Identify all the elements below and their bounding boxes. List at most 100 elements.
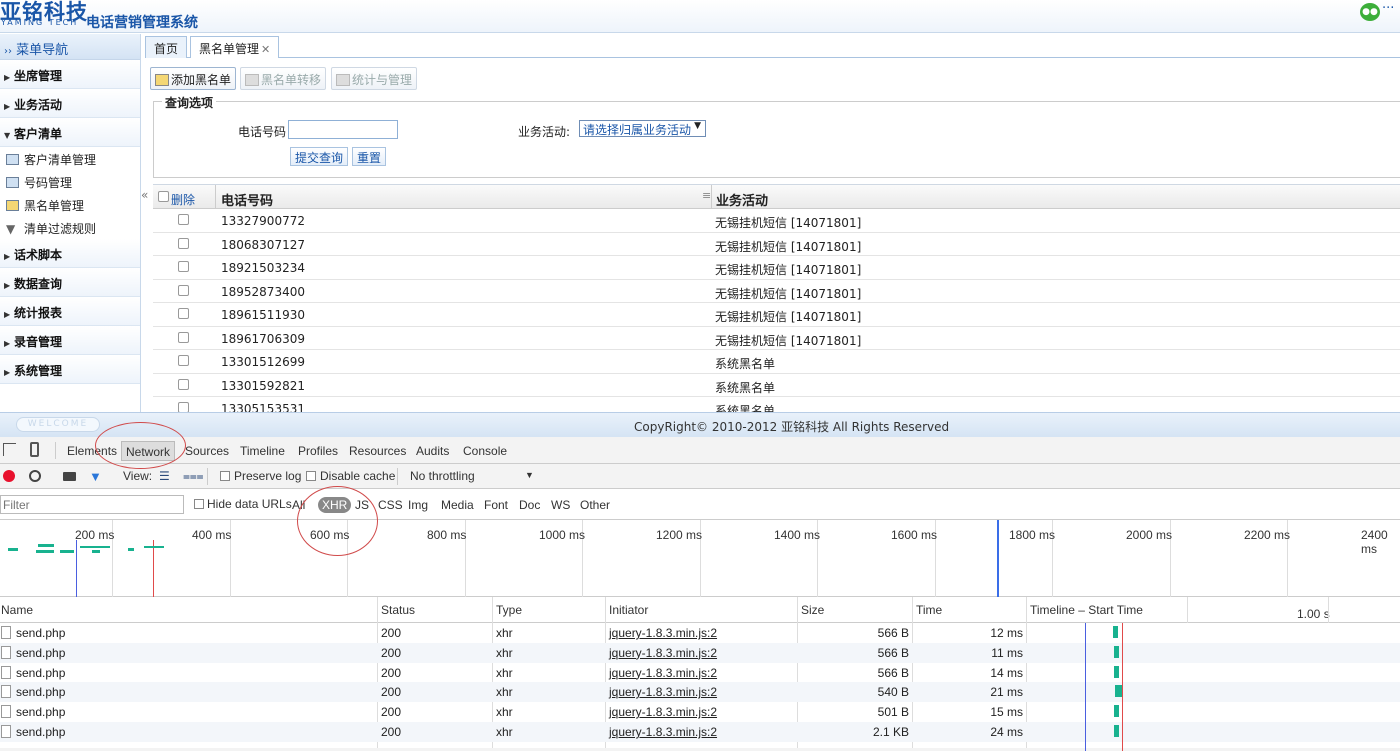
sidebar-item-customer-list[interactable]: ▼ 客户清单 — [0, 118, 140, 147]
col-time-header[interactable]: Time — [916, 603, 942, 617]
table-row[interactable]: 13305153531 系统黑名单 — [153, 397, 1400, 412]
request-time: 14 ms — [990, 665, 1023, 680]
request-initiator-link[interactable]: jquery-1.8.3.min.js:2 — [609, 646, 717, 660]
clear-icon[interactable] — [29, 470, 41, 482]
table-row[interactable]: 13327900772 无锡挂机短信 [14071801] — [153, 209, 1400, 233]
stats-manage-button[interactable]: 统计与管理 — [331, 67, 418, 90]
phone-input[interactable] — [288, 120, 398, 139]
submit-query-button[interactable]: 提交查询 — [290, 147, 349, 166]
col-activity-header[interactable]: 业务活动 — [716, 190, 768, 209]
row-checkbox[interactable] — [178, 214, 189, 225]
devtools-tab-console[interactable]: Console — [463, 444, 507, 458]
sidebar-sub-blacklist[interactable]: 黑名单管理 — [0, 193, 140, 216]
large-rows-icon[interactable]: ☰ — [159, 469, 170, 483]
capture-screenshots-icon[interactable] — [63, 472, 76, 481]
request-initiator-link[interactable]: jquery-1.8.3.min.js:2 — [609, 685, 717, 699]
sidebar-sub-filter-rule[interactable]: ▼ 清单过滤规则 — [0, 216, 140, 239]
row-checkbox[interactable] — [178, 308, 189, 319]
network-request-row[interactable]: send.php 200 xhr jquery-1.8.3.min.js:2 566 B… — [0, 642, 1400, 663]
network-request-row[interactable]: send.php 200 xhr jquery-1.8.3.min.js:2 501 B… — [0, 702, 1400, 722]
table-row[interactable]: 18961706309 无锡挂机短信 [14071801] — [153, 327, 1400, 350]
col-initiator-header[interactable]: Initiator — [609, 603, 648, 617]
table-row[interactable]: 18921503234 无锡挂机短信 [14071801] — [153, 256, 1400, 280]
tab-blacklist[interactable]: 黑名单管理 ✕ — [190, 36, 280, 58]
filter-input[interactable] — [0, 495, 184, 514]
collapse-sidebar-icon[interactable]: « — [141, 188, 153, 204]
reset-button[interactable]: 重置 — [352, 147, 387, 166]
request-initiator-link[interactable]: jquery-1.8.3.min.js:2 — [609, 666, 717, 680]
select-all-checkbox[interactable] — [158, 191, 169, 202]
devtools-tab-audits[interactable]: Audits — [416, 444, 449, 458]
record-icon[interactable] — [3, 470, 15, 482]
devtools-tab-profiles[interactable]: Profiles — [298, 444, 338, 458]
activity-select[interactable]: 请选择归属业务活动 ▼ — [579, 120, 706, 137]
filter-type-doc[interactable]: Doc — [519, 498, 540, 512]
request-initiator-link[interactable]: jquery-1.8.3.min.js:2 — [609, 725, 717, 739]
table-row[interactable]: 18068307127 无锡挂机短信 [14071801] — [153, 233, 1400, 256]
filter-type-font[interactable]: Font — [484, 498, 508, 512]
column-menu-icon[interactable]: ≡ — [702, 189, 711, 202]
disable-cache-checkbox[interactable] — [306, 471, 316, 481]
device-mode-icon[interactable] — [30, 442, 39, 457]
network-request-row[interactable]: send.php 200 xhr jquery-1.8.3.min.js:2 540 B… — [0, 682, 1400, 703]
col-size-header[interactable]: Size — [801, 603, 824, 617]
transfer-blacklist-button[interactable]: 黑名单转移 — [240, 67, 327, 90]
request-initiator-link[interactable]: jquery-1.8.3.min.js:2 — [609, 705, 717, 719]
row-checkbox[interactable] — [178, 402, 189, 412]
table-row[interactable]: 13301592821 系统黑名单 — [153, 374, 1400, 397]
col-status-header[interactable]: Status — [381, 603, 415, 617]
preserve-log-checkbox[interactable] — [220, 471, 230, 481]
sidebar-item-recording[interactable]: ▶ 录音管理 — [0, 326, 140, 355]
filter-type-media[interactable]: Media — [441, 498, 474, 512]
row-checkbox[interactable] — [178, 261, 189, 272]
devtools-tab-resources[interactable]: Resources — [349, 444, 406, 458]
inspect-element-icon[interactable] — [3, 443, 16, 456]
row-checkbox[interactable] — [178, 331, 189, 343]
network-overview[interactable]: 200 ms 400 ms 600 ms 800 ms 1000 ms 1200… — [0, 520, 1400, 597]
tab-home[interactable]: 首页 — [145, 36, 188, 58]
col-type-header[interactable]: Type — [496, 603, 522, 617]
welcome-badge: WELCOME — [16, 417, 100, 432]
filter-icon[interactable]: ▼ — [89, 469, 102, 484]
sidebar-item-script[interactable]: ▶ 话术脚本 — [0, 239, 140, 268]
col-name-header[interactable]: Name — [1, 603, 33, 617]
request-type: xhr — [496, 685, 513, 700]
sidebar-item-report[interactable]: ▶ 统计报表 — [0, 297, 140, 326]
col-phone-header[interactable]: 电话号码 — [221, 190, 273, 209]
row-checkbox[interactable] — [178, 284, 189, 296]
close-tab-icon[interactable]: ✕ — [261, 43, 270, 56]
network-request-row[interactable]: send.php 200 xhr jquery-1.8.3.min.js:2 2.1 K… — [0, 722, 1400, 742]
activity-cell: 无锡挂机短信 [14071801] — [715, 239, 862, 254]
sidebar-sub-number[interactable]: 号码管理 — [0, 170, 140, 193]
devtools-tab-timeline[interactable]: Timeline — [240, 444, 285, 458]
throttling-select[interactable]: No throttling — [410, 469, 475, 483]
devtools-tab-sources[interactable]: Sources — [185, 444, 229, 458]
row-checkbox[interactable] — [178, 237, 189, 249]
row-checkbox[interactable] — [178, 355, 189, 366]
filter-type-img[interactable]: Img — [408, 498, 428, 512]
table-row[interactable]: 18952873400 无锡挂机短信 [14071801] — [153, 280, 1400, 303]
overview-icon[interactable]: ⩶ — [183, 469, 204, 484]
dropdown-arrow-icon: ▼ — [694, 121, 701, 131]
more-icon[interactable]: ··· — [1382, 1, 1394, 16]
delete-link[interactable]: 删除 — [171, 191, 195, 208]
add-blacklist-button[interactable]: 添加黑名单 — [150, 67, 237, 90]
filter-type-other[interactable]: Other — [580, 498, 610, 512]
sidebar-item-agent[interactable]: ▶ 坐席管理 — [0, 60, 140, 89]
sidebar-item-activity[interactable]: ▶ 业务活动 — [0, 89, 140, 118]
wechat-icon[interactable]: ●● — [1360, 3, 1380, 21]
hide-data-urls-checkbox[interactable] — [194, 499, 204, 509]
col-timeline-header[interactable]: Timeline – Start Time — [1030, 603, 1143, 617]
network-request-row[interactable]: send.php 200 xhr jquery-1.8.3.min.js:2 566 B… — [0, 623, 1400, 643]
filter-type-ws[interactable]: WS — [551, 498, 570, 512]
network-request-row[interactable]: send.php 200 xhr jquery-1.8.3.min.js:2 566 B… — [0, 663, 1400, 683]
sidebar-item-system[interactable]: ▶ 系统管理 — [0, 355, 140, 384]
table-row[interactable]: 18961511930 无锡挂机短信 [14071801] — [153, 303, 1400, 327]
row-checkbox[interactable] — [178, 378, 189, 390]
request-initiator-link[interactable]: jquery-1.8.3.min.js:2 — [609, 626, 717, 640]
dropdown-arrow-icon[interactable]: ▼ — [525, 470, 534, 480]
sidebar-sub-customer-list[interactable]: 客户清单管理 — [0, 147, 140, 170]
sidebar-item-data-query[interactable]: ▶ 数据查询 — [0, 268, 140, 297]
table-row[interactable]: 13301512699 系统黑名单 — [153, 350, 1400, 374]
filter-type-css[interactable]: CSS — [378, 498, 403, 512]
